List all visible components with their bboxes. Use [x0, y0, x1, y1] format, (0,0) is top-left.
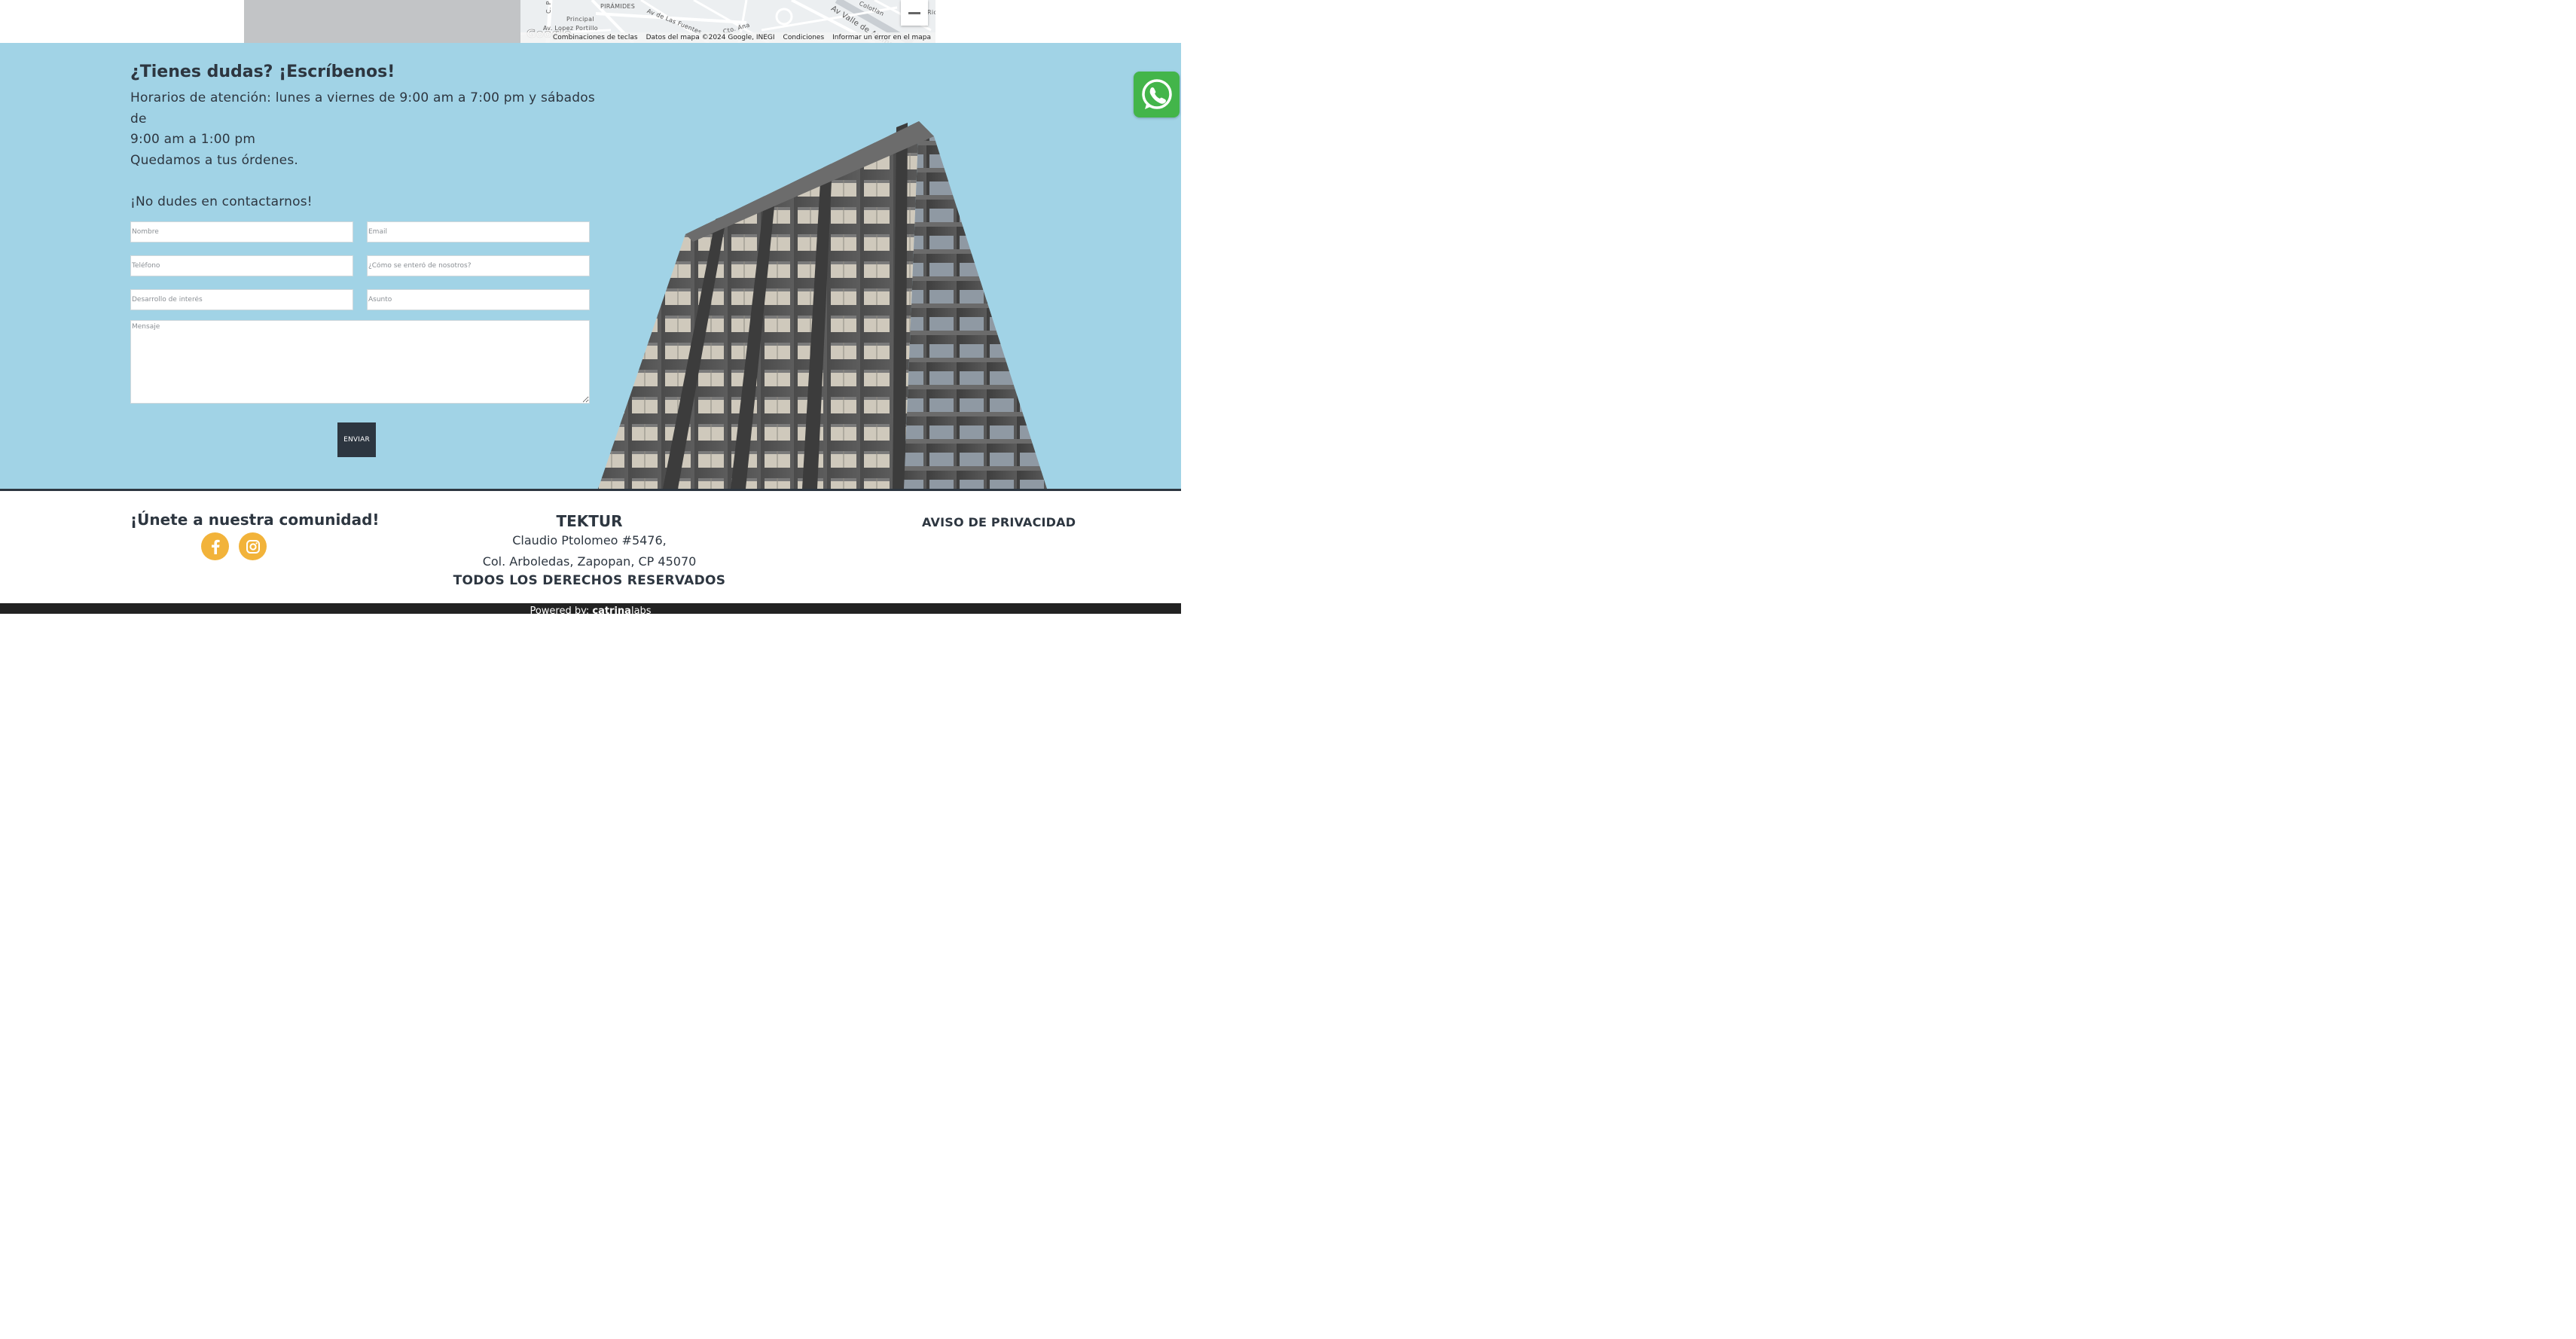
development-interest-field[interactable]	[130, 289, 353, 310]
address-line: Col. Arboledas, Zapopan, CP 45070	[482, 554, 697, 569]
bottom-bar: Powered by: catrinalabs	[0, 603, 1181, 614]
hours-text: Horarios de atención: lunes a viernes de…	[130, 90, 595, 127]
orders-text: Quedamos a tus órdenes.	[130, 152, 299, 168]
google-map[interactable]: PIRÁMIDES Principal Av. Lopez Portillo A…	[520, 0, 935, 43]
map-strip: PIRÁMIDES Principal Av. Lopez Portillo A…	[0, 0, 1181, 43]
minus-icon	[908, 11, 920, 14]
whatsapp-button[interactable]	[1134, 72, 1180, 117]
phone-field[interactable]	[130, 255, 353, 276]
message-field[interactable]	[130, 320, 590, 404]
hours-text: 9:00 am a 1:00 pm	[130, 132, 256, 147]
contact-description: Horarios de atención: lunes a viernes de…	[130, 88, 612, 212]
name-field[interactable]	[130, 221, 353, 242]
subject-field[interactable]	[367, 289, 590, 310]
map-zoom-out-button[interactable]	[901, 0, 928, 26]
powered-by-text[interactable]: Powered by: catrinalabs	[0, 605, 1181, 614]
referral-source-field[interactable]	[367, 255, 590, 276]
contact-title: ¿Tienes dudas? ¡Escríbenos!	[130, 63, 395, 81]
map-placeholder-panel	[244, 0, 520, 43]
map-terms-link[interactable]: Condiciones	[783, 34, 825, 41]
powered-suffix: labs	[630, 605, 652, 614]
powered-prefix: Powered by:	[530, 605, 590, 614]
contact-section: ¿Tienes dudas? ¡Escríbenos! Horarios de …	[0, 43, 1181, 489]
building-image	[598, 121, 1047, 489]
address-line: Claudio Ptolomeo #5476,	[512, 533, 667, 547]
whatsapp-icon	[1141, 78, 1172, 109]
map-attribution-bar: Combinaciones de teclas Datos del mapa ©…	[520, 32, 935, 43]
map-label: PIRÁMIDES	[600, 3, 636, 10]
email-field[interactable]	[367, 221, 590, 242]
map-label: Ric	[927, 9, 935, 16]
contact-cta-text: ¡No dudes en contactarnos!	[130, 194, 313, 209]
map-data-credit: Datos del mapa ©2024 Google, INEGI	[646, 34, 775, 41]
map-shortcuts-link[interactable]: Combinaciones de teclas	[553, 34, 638, 41]
map-label: C. P	[545, 1, 552, 14]
send-button[interactable]: ENVIAR	[337, 422, 376, 457]
copyright-text: TODOS LOS DERECHOS RESERVADOS	[453, 573, 726, 588]
powered-brand: catrina	[592, 605, 631, 614]
privacy-notice-link[interactable]: AVISO DE PRIVACIDAD	[922, 515, 1076, 529]
map-label: Principal	[566, 16, 594, 23]
footer: ¡Únete a nuestra comunidad! TEKTUR Claud…	[0, 489, 1181, 603]
map-report-link[interactable]: Informar un error en el mapa	[832, 34, 931, 41]
